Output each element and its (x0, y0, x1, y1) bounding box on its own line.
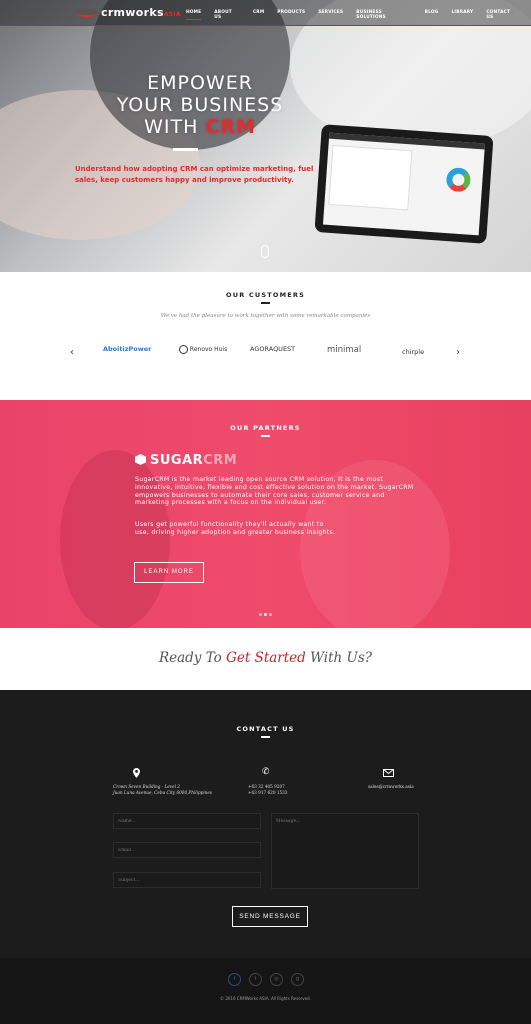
nav-blog[interactable]: BLOG (425, 10, 439, 20)
partners-description: SugarCRM is the market leading open sour… (135, 476, 414, 507)
slider-dot[interactable] (269, 613, 272, 616)
slider-dot-active[interactable] (264, 613, 267, 616)
phone-1[interactable]: +63 32 405 9207 (248, 784, 287, 790)
nav-crm[interactable]: CRM (253, 10, 264, 20)
name-input[interactable] (113, 813, 261, 829)
logo-icon (76, 9, 98, 17)
top-nav: crmworksASIA HOME ABOUT US CRM PRODUCTS … (0, 0, 531, 26)
cta-suffix: With Us? (305, 650, 373, 666)
contact-title: CONTACT US (236, 725, 295, 733)
get-started-link[interactable]: Get Started (226, 650, 306, 666)
facebook-icon[interactable]: f (228, 973, 241, 986)
hero-line3: WITH (144, 116, 206, 138)
scroll-down-icon[interactable] (261, 245, 269, 258)
send-message-button[interactable]: SEND MESSAGE (232, 906, 308, 927)
logo-aboitizpower: AboitizPower (103, 345, 152, 353)
tablet-image (314, 124, 494, 244)
twitter-icon[interactable]: t (249, 973, 262, 986)
logo[interactable]: crmworksASIA (76, 6, 181, 19)
message-textarea[interactable] (271, 813, 419, 889)
logo-chirple: chirple (402, 348, 425, 356)
sugarcrm-logo: SUGARCRM (135, 453, 237, 468)
google-plus-icon[interactable]: g (291, 973, 304, 986)
hero-subtitle: Understand how adopting CRM can optimize… (75, 165, 314, 184)
contact-divider (261, 736, 270, 738)
nav-home[interactable]: HOME (186, 10, 202, 20)
hero-line2: YOUR BUSINESS (116, 94, 284, 116)
logo-text: crmworks (101, 6, 164, 19)
hero-accent: CRM (205, 116, 256, 138)
partners-title: OUR PARTNERS (230, 424, 301, 432)
main-menu: HOME ABOUT US CRM PRODUCTS SERVICES BUSI… (186, 10, 531, 20)
logo-renovo-huis: Renovo Huis (179, 345, 227, 354)
brand-text: SUGAR (150, 453, 204, 468)
email-input[interactable] (113, 842, 261, 858)
customers-subtitle: We've had the pleasure to work together … (160, 313, 371, 319)
sugarcrm-cube-icon (135, 454, 146, 465)
phone-icon: ✆ (262, 767, 270, 777)
nav-products[interactable]: PRODUCTS (277, 10, 305, 20)
phone-2[interactable]: +63 917 620 1533 (248, 790, 287, 796)
carousel-prev-icon[interactable]: ‹ (70, 347, 74, 358)
copyright: © 2016 CRMWorks ASIA. All Rights Reserve… (220, 996, 311, 1001)
nav-about-us[interactable]: ABOUT US (214, 10, 240, 20)
nav-contact-us[interactable]: CONTACT US (486, 10, 518, 20)
cta-heading: Ready To Get Started With Us? (0, 650, 531, 666)
slider-dot[interactable] (259, 613, 262, 616)
logo-suffix: ASIA (163, 11, 181, 18)
hero-divider (173, 148, 198, 151)
address: Crown Seven Building - Level 2 Juan Luna … (113, 784, 212, 795)
address-line2: Juan Luna Avenue, Cebu City 6000,Philipp… (113, 789, 212, 795)
subject-input[interactable] (113, 872, 261, 888)
renovo-circle-icon (179, 345, 188, 354)
hero-line1: EMPOWER (147, 72, 253, 94)
instagram-icon[interactable]: ◎ (270, 973, 283, 986)
nav-library[interactable]: LIBRARY (451, 10, 473, 20)
logo-agoraquest: AGORAQUEST (250, 345, 296, 353)
brand-accent: CRM (203, 453, 238, 468)
customers-divider (261, 302, 270, 304)
nav-business-solutions[interactable]: BUSINESS SOLUTIONS (356, 10, 411, 20)
envelope-icon (383, 769, 394, 777)
partners-divider (261, 435, 270, 437)
hero-section: EMPOWER YOUR BUSINESS WITH CRM Understan… (0, 0, 531, 272)
contact-email[interactable]: sales@crmworks.asia (368, 784, 414, 790)
partners-description-2: Users get powerful functionality they'll… (135, 521, 336, 536)
footer (0, 958, 531, 1024)
nav-services[interactable]: SERVICES (318, 10, 343, 20)
phone-numbers: +63 32 405 9207 +63 917 620 1533 (248, 784, 287, 795)
logo-minimal: minimal (327, 345, 362, 355)
learn-more-button[interactable]: LEARN MORE (134, 562, 204, 583)
customers-title: OUR CUSTOMERS (226, 291, 305, 299)
carousel-next-icon[interactable]: › (456, 347, 460, 358)
location-pin-icon (133, 768, 140, 778)
cta-prefix: Ready To (158, 650, 227, 666)
renovo-text: Renovo Huis (189, 346, 228, 353)
